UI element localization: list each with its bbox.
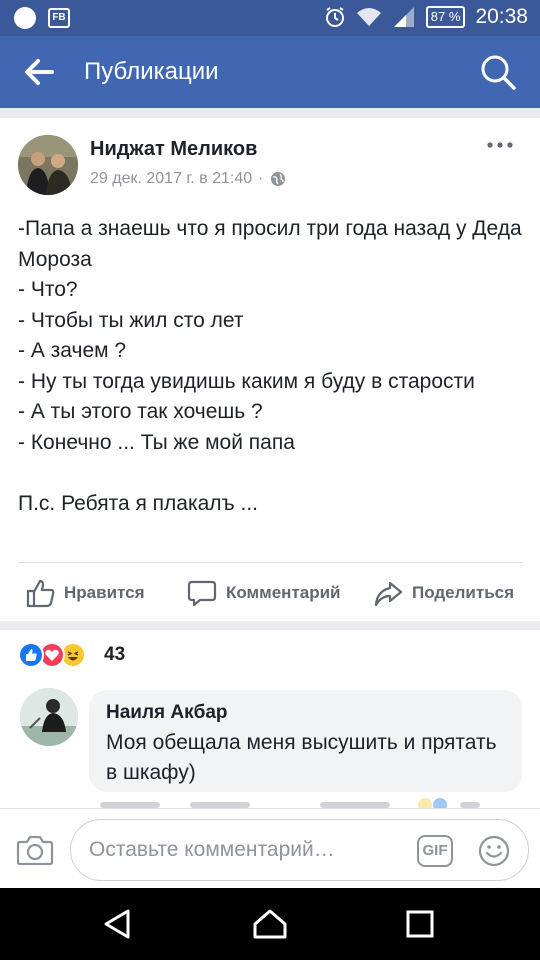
share-label: Поделиться [412,583,515,602]
signal-icon [393,7,414,27]
camera-icon[interactable] [16,833,54,867]
post-card: Ниджат Меликов 29 дек. 2017 г. в 21:40 ·… [0,118,540,621]
divider [18,562,522,563]
comment-author[interactable]: Наиля Акбар [106,702,228,724]
search-icon[interactable] [478,52,518,92]
status-bar: FB 87 % 20:38 [0,0,540,36]
globe-icon [270,172,285,186]
comment-text: Моя обещала меня высушить и прятать в шк… [106,731,497,784]
next-comment-actions-peek [100,798,480,808]
reaction-count[interactable]: 43 [104,644,125,666]
post-actions: Нравится Комментарий Поделиться [0,573,540,613]
app-bar: Публикации [0,36,540,108]
post-date[interactable]: 29 дек. 2017 г. в 21:40 [90,170,252,188]
page-title: Публикации [84,58,219,85]
comment-label: Комментарий [226,583,341,602]
reaction-summary[interactable] [18,642,86,668]
comment-composer: Оставьте комментарий… GIF [0,808,540,888]
comment-bubble-icon [187,580,217,607]
battery-indicator: 87 % [425,6,466,28]
arrow-left-icon[interactable] [22,56,56,88]
nav-back-icon[interactable] [98,908,138,940]
like-label: Нравится [64,583,145,602]
comment-input[interactable]: Оставьте комментарий… GIF [70,819,529,881]
gif-icon[interactable]: GIF [417,835,453,867]
share-arrow-icon [374,581,403,607]
nav-recents-icon[interactable] [400,908,440,940]
more-horizontal-icon[interactable] [486,140,514,150]
smiley-icon[interactable] [477,834,511,868]
system-navigation-bar [0,888,540,960]
like-button[interactable]: Нравится [24,573,145,613]
comment-bubble[interactable]: Наиля Акбар Моя обещала меня высушить и … [89,690,522,792]
post-body: -Папа а знаешь что я просил три года наз… [18,217,522,515]
share-button[interactable]: Поделиться [372,573,514,613]
avatar[interactable] [18,135,78,195]
meta-separator: · [258,170,264,187]
alarm-icon [325,7,344,27]
nav-home-icon[interactable] [250,908,290,940]
app-notification-icon: FB [48,8,70,28]
reactions-comments-section: 43 Наиля Акбар Моя обещала меня высушить… [0,630,540,808]
notification-dot-icon [14,7,36,29]
clock: 20:38 [475,5,528,28]
like-reaction-icon [18,642,44,668]
post-author[interactable]: Ниджат Меликов [90,138,257,161]
comment-placeholder: Оставьте комментарий… [89,838,335,861]
thumbs-up-icon [26,579,55,608]
post-meta: 29 дек. 2017 г. в 21:40 · [90,170,286,188]
commenter-avatar[interactable] [20,688,78,746]
comment-button[interactable]: Комментарий [186,573,340,613]
wifi-icon [356,8,381,26]
